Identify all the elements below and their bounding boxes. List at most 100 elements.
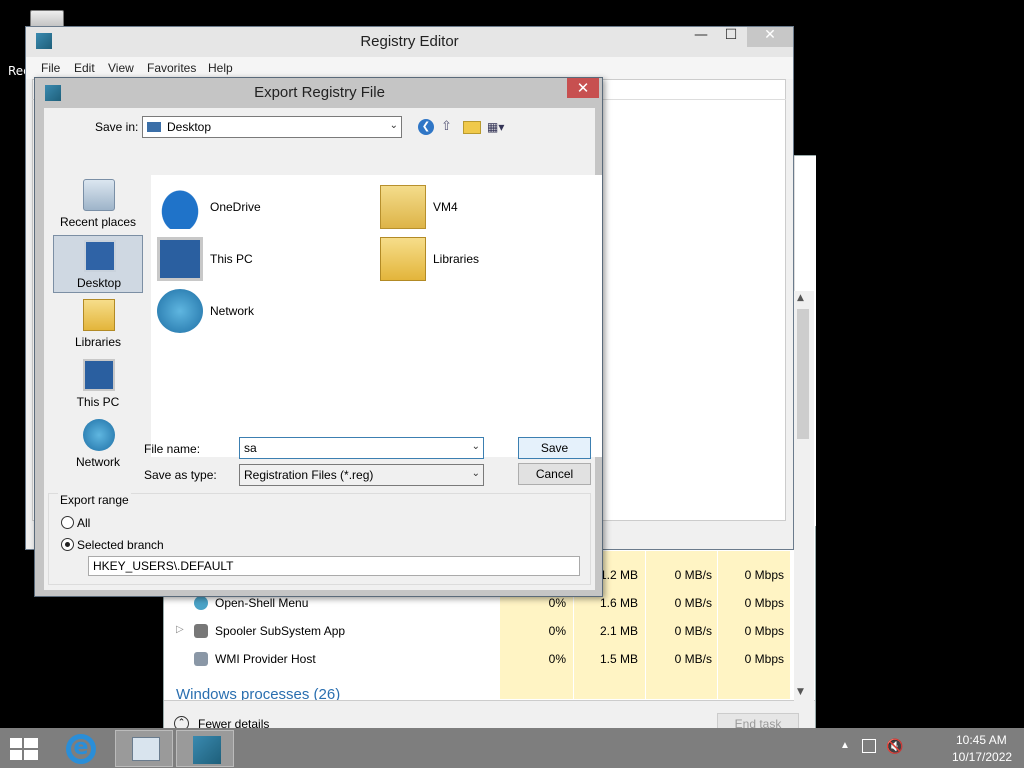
process-name: Spooler SubSystem App (215, 624, 346, 638)
radio-selected-branch[interactable] (61, 538, 74, 551)
file-item-libraries[interactable]: Libraries (374, 233, 574, 283)
taskbar: e ▲ 🔇 10:45 AM 10/17/2022 (0, 728, 1024, 768)
wmi-icon (194, 652, 208, 666)
menu-help[interactable]: Help (208, 61, 233, 75)
file-name-value: sa (244, 441, 257, 455)
network-cell: 0 Mbps (744, 568, 784, 582)
menu-file[interactable]: File (41, 61, 60, 75)
desktop-icon (147, 122, 161, 132)
save-in-value: Desktop (167, 120, 212, 134)
network-status-icon[interactable] (862, 739, 876, 753)
taskbar-task-manager[interactable] (115, 730, 173, 767)
save-as-type-dropdown[interactable]: Registration Files (*.reg) ⌄ (239, 464, 484, 486)
save-as-type-value: Registration Files (*.reg) (244, 468, 374, 482)
taskbar-regedit[interactable] (176, 730, 234, 767)
vertical-scrollbar[interactable]: ▲ ▼ (794, 291, 814, 701)
place-this-pc[interactable]: This PC (53, 355, 143, 413)
memory-cell: 1.6 MB (599, 596, 638, 610)
radio-all[interactable] (61, 516, 74, 529)
file-name-label: File name: (144, 442, 201, 456)
cpu-cell: 0% (548, 652, 566, 666)
place-label: Desktop (76, 276, 122, 290)
scroll-thumb[interactable] (797, 309, 809, 439)
file-item-onedrive[interactable]: OneDrive (151, 181, 351, 231)
export-range-label: Export range (58, 493, 131, 507)
menu-bar: File Edit View Favorites Help (26, 57, 793, 79)
dialog-body: Save in: Desktop ⌄ ❮ ⇧ ▦▾ Recent places … (44, 108, 602, 590)
expand-chevron-icon[interactable]: ▷ (176, 624, 184, 635)
computer-icon (157, 237, 203, 281)
close-button[interactable]: ✕ (567, 78, 599, 98)
menu-edit[interactable]: Edit (74, 61, 95, 75)
volume-muted-icon[interactable]: 🔇 (886, 738, 903, 755)
show-hidden-icons-icon[interactable]: ▲ (840, 740, 850, 751)
window-title: Registry Editor (360, 33, 459, 50)
cancel-button[interactable]: Cancel (518, 463, 591, 485)
places-bar: Recent places Desktop Libraries This PC … (53, 175, 143, 485)
chevron-down-icon: ⌄ (389, 120, 398, 131)
up-folder-icon[interactable]: ⇧ (441, 119, 455, 135)
place-desktop[interactable]: Desktop (53, 235, 143, 293)
file-label: VM4 (433, 200, 458, 214)
place-label: Network (75, 455, 120, 469)
view-menu-icon[interactable]: ▦▾ (487, 120, 511, 135)
disk-cell: 0 MB/s (674, 568, 712, 582)
radio-all-label: All (77, 516, 91, 530)
disk-cell: 0 MB/s (674, 624, 712, 638)
process-name: Open-Shell Menu (215, 596, 309, 610)
table-row[interactable]: WMI Provider Host 0% 1.5 MB 0 MB/s 0 Mbp… (164, 646, 804, 674)
place-libraries[interactable]: Libraries (53, 295, 143, 353)
scroll-up-icon[interactable]: ▲ (797, 293, 804, 303)
place-label: Recent places (59, 215, 137, 229)
desktop-icon (84, 240, 116, 272)
taskbar-ie[interactable]: e (52, 730, 110, 767)
file-item-vm4[interactable]: VM4 (374, 181, 574, 231)
windows-start-icon[interactable] (10, 738, 38, 760)
minimize-button[interactable]: — (686, 27, 716, 47)
file-label: OneDrive (210, 200, 261, 214)
printer-icon (194, 624, 208, 638)
cloud-icon (157, 185, 203, 229)
place-recent[interactable]: Recent places (53, 175, 143, 233)
regedit-icon (193, 736, 221, 764)
memory-cell: 1.5 MB (599, 652, 638, 666)
cpu-cell: 0% (548, 624, 566, 638)
branch-input[interactable]: HKEY_USERS\.DEFAULT (88, 556, 580, 576)
file-label: This PC (210, 252, 253, 266)
save-button[interactable]: Save (518, 437, 591, 459)
network-icon (157, 289, 203, 333)
clock-date[interactable]: 10/17/2022 (952, 750, 1012, 764)
network-cell: 0 Mbps (744, 596, 784, 610)
save-in-label: Save in: (95, 120, 139, 134)
file-label: Network (210, 304, 255, 318)
disk-cell: 0 MB/s (674, 596, 712, 610)
file-item-network[interactable]: Network (151, 285, 351, 335)
task-manager-icon (132, 737, 160, 761)
process-name: WMI Provider Host (215, 652, 316, 666)
file-item-this-pc[interactable]: This PC (151, 233, 351, 283)
menu-favorites[interactable]: Favorites (147, 61, 196, 75)
radio-selected-label: Selected branch (77, 538, 164, 552)
clock-time[interactable]: 10:45 AM (956, 733, 1007, 747)
file-label: Libraries (433, 252, 480, 266)
new-folder-icon[interactable] (463, 121, 481, 134)
recent-places-icon (83, 179, 115, 211)
user-folder-icon (380, 185, 426, 229)
place-network[interactable]: Network (53, 415, 143, 473)
back-icon[interactable]: ❮ (418, 119, 434, 135)
file-name-input[interactable]: sa ⌄ (239, 437, 484, 459)
chevron-down-icon[interactable]: ⌄ (472, 441, 480, 452)
maximize-button[interactable]: ☐ (716, 27, 746, 47)
table-row[interactable]: ▷ Spooler SubSystem App 0% 2.1 MB 0 MB/s… (164, 618, 804, 646)
save-in-dropdown[interactable]: Desktop ⌄ (142, 116, 402, 138)
cpu-cell: 0% (548, 596, 566, 610)
network-cell: 0 Mbps (744, 652, 784, 666)
menu-view[interactable]: View (108, 61, 134, 75)
save-as-type-label: Save as type: (144, 468, 217, 482)
file-list[interactable]: OneDrive VM4 This PC Libraries Network (151, 175, 602, 457)
network-icon (83, 419, 115, 451)
close-button[interactable]: ✕ (747, 27, 793, 47)
internet-explorer-icon: e (66, 734, 96, 764)
scroll-down-icon[interactable]: ▼ (797, 687, 804, 697)
export-registry-dialog[interactable]: Export Registry File ✕ Save in: Desktop … (34, 77, 603, 597)
